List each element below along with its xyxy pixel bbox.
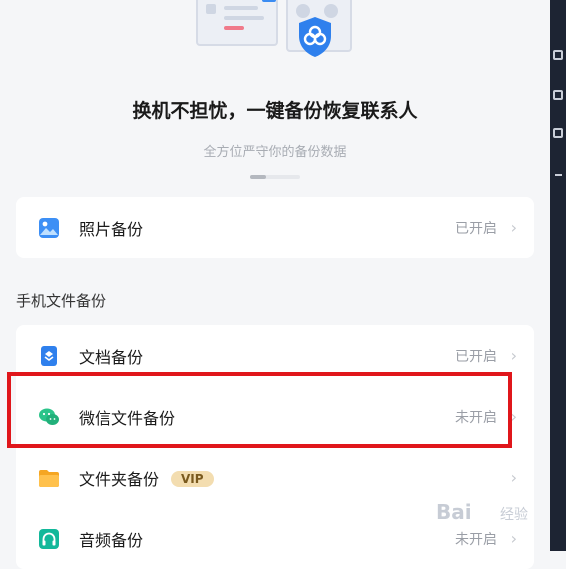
wechat-backup-status: 未开启 xyxy=(455,409,497,426)
wechat-backup-row[interactable]: 微信文件备份 未开启 › xyxy=(16,386,534,447)
right-edge-strip xyxy=(550,0,566,551)
square-icon xyxy=(553,90,563,100)
photo-backup-status: 已开启 xyxy=(455,220,497,237)
carousel-indicator[interactable] xyxy=(250,175,300,179)
audio-backup-label: 音频备份 xyxy=(79,530,144,550)
document-backup-label: 文档备份 xyxy=(79,347,144,367)
document-icon xyxy=(41,345,57,366)
carousel-indicator-active xyxy=(250,175,266,179)
folder-backup-label: 文件夹备份 VIP xyxy=(79,466,214,490)
vip-badge: VIP xyxy=(171,470,214,487)
chevron-right-icon: › xyxy=(510,346,517,365)
audio-backup-status: 未开启 xyxy=(455,531,497,548)
cloud-shield-icon xyxy=(299,17,331,57)
photo-backup-group: 照片备份 已开启 › xyxy=(16,197,534,258)
photo-backup-label: 照片备份 xyxy=(79,219,144,239)
watermark-sub: 经验 xyxy=(500,507,528,523)
wechat-backup-label: 微信文件备份 xyxy=(79,408,176,428)
chevron-right-icon: › xyxy=(510,529,517,548)
document-backup-status: 已开启 xyxy=(455,348,497,365)
wechat-icon xyxy=(39,408,59,425)
folder-backup-text: 文件夹备份 xyxy=(79,469,160,489)
document-backup-row[interactable]: 文档备份 已开启 › xyxy=(16,325,534,386)
hero-title: 换机不担忧，一键备份恢复联系人 xyxy=(132,100,418,122)
window-icon xyxy=(553,50,563,60)
folder-icon xyxy=(39,469,59,487)
illustration-card-left xyxy=(196,0,278,46)
phone-backup-group: 文档备份 已开启 › 微信文件备份 未开启 › 文件夹备份 VIP › 音频备份… xyxy=(16,325,534,569)
chevron-right-icon: › xyxy=(510,407,517,426)
backup-settings-panel: 换机不担忧，一键备份恢复联系人 全方位严守你的备份数据 照片备份 已开启 › 手… xyxy=(0,0,550,569)
hero-subtitle: 全方位严守你的备份数据 xyxy=(203,145,347,160)
chevron-right-icon: › xyxy=(510,218,517,237)
square-icon xyxy=(553,128,563,138)
headphones-icon xyxy=(39,528,59,549)
hero-illustration xyxy=(190,0,360,60)
chevron-right-icon: › xyxy=(510,468,517,487)
baidu-watermark: Bai 经验 xyxy=(432,488,542,530)
dash-icon xyxy=(555,174,562,176)
phone-backup-heading: 手机文件备份 xyxy=(16,292,107,310)
photo-icon xyxy=(39,217,59,238)
watermark-text: Bai xyxy=(436,500,472,524)
photo-backup-row[interactable]: 照片备份 已开启 › xyxy=(16,197,534,258)
